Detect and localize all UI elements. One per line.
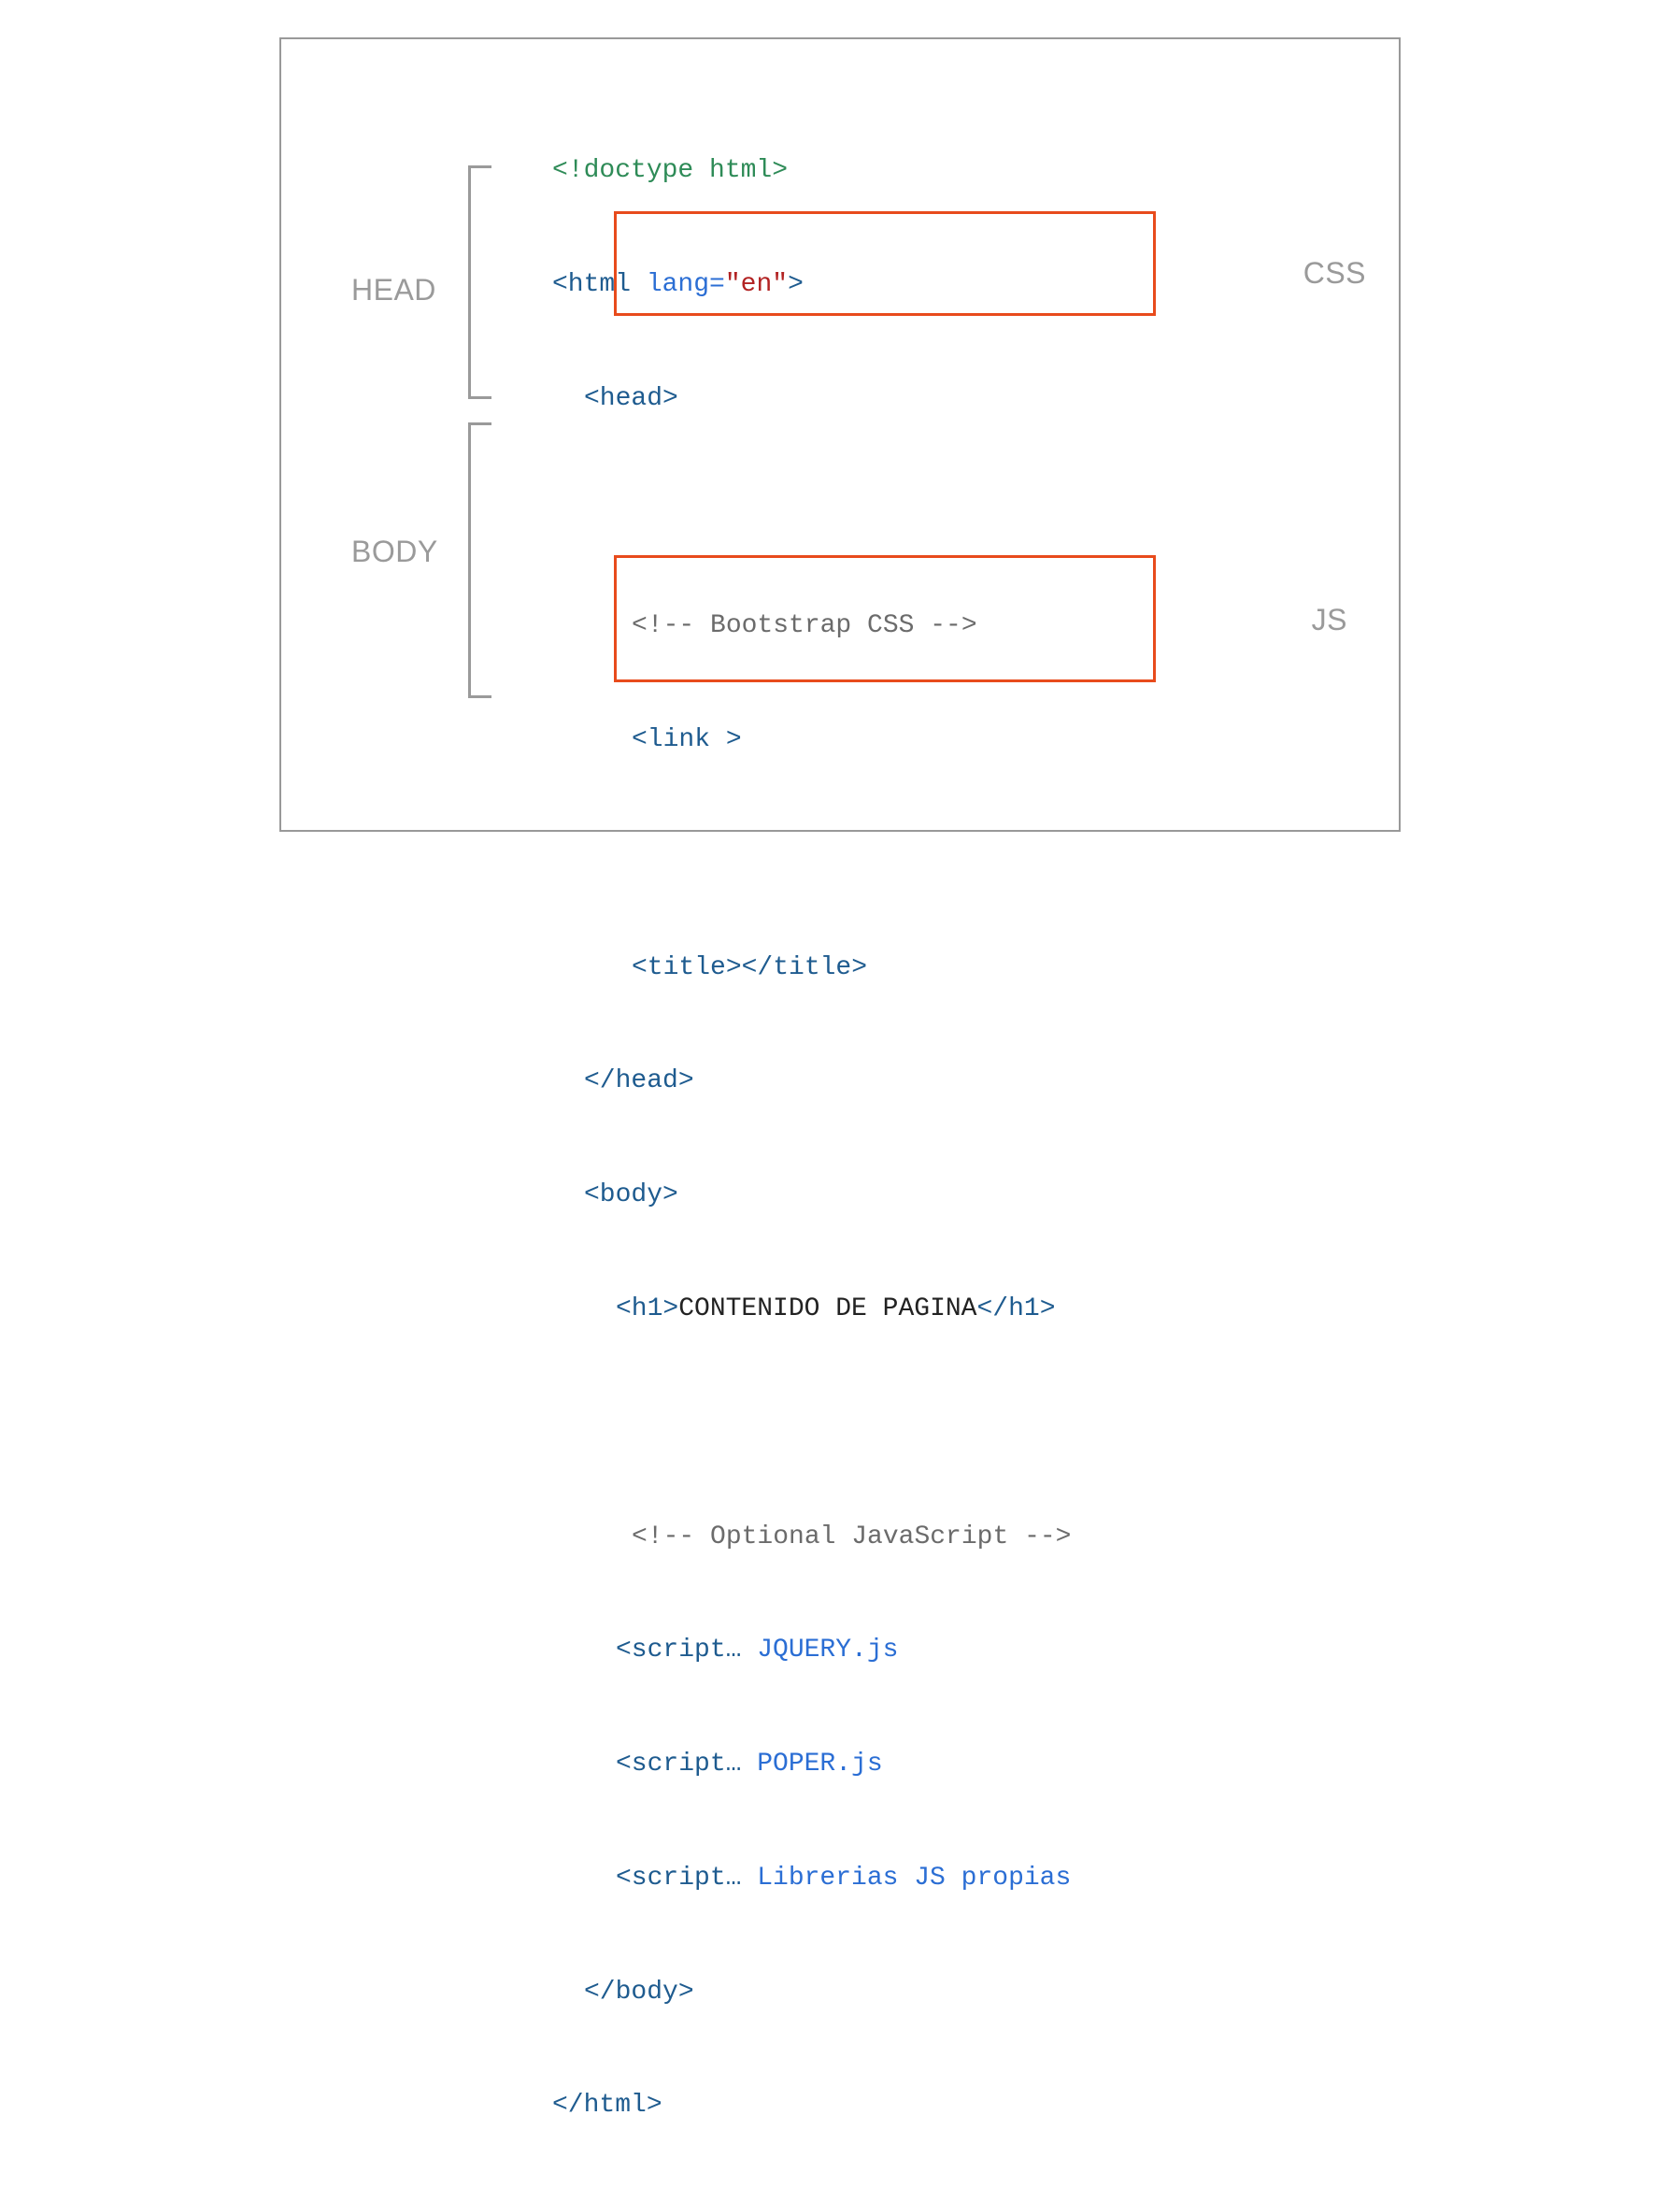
html-close-tag: </html> [552, 2091, 662, 2120]
body-open-tag: <body> [584, 1180, 678, 1209]
optional-js-comment: <!-- Optional JavaScript --> [632, 1522, 1071, 1551]
html-open-tag: <html [552, 270, 631, 299]
html-lang-value: "en" [725, 270, 788, 299]
js-label: JS [1312, 603, 1347, 637]
head-section-label: HEAD [351, 273, 436, 307]
html-open-close: > [788, 270, 804, 299]
diagram-container: HEAD BODY CSS JS <!doctype html> <html l… [279, 37, 1401, 832]
script-lib-jquery: JQUERY.js [741, 1636, 898, 1665]
html-lang-attr: lang= [631, 270, 725, 299]
body-section-label: BODY [351, 535, 438, 569]
css-label: CSS [1303, 256, 1366, 291]
script-tag-3: <script… [616, 1864, 741, 1893]
h1-close-tag: </h1> [976, 1294, 1055, 1323]
body-bracket-icon [468, 422, 491, 698]
bootstrap-css-comment: <!-- Bootstrap CSS --> [632, 611, 977, 640]
script-tag-2: <script… [616, 1750, 741, 1779]
head-close-tag: </head> [584, 1066, 694, 1095]
h1-content: CONTENIDO DE PAGINA [678, 1294, 976, 1323]
script-lib-poper: POPER.js [741, 1750, 882, 1779]
link-tag: <link > [632, 725, 742, 754]
title-tag: <title></title> [632, 953, 867, 982]
head-open-tag: <head> [584, 384, 678, 413]
script-lib-propias: Librerias JS propias [741, 1864, 1071, 1893]
head-bracket-icon [468, 165, 491, 399]
body-close-tag: </body> [584, 1978, 694, 2007]
h1-open-tag: <h1> [616, 1294, 678, 1323]
code-block: <!doctype html> <html lang="en"> <head> … [552, 77, 1071, 2201]
script-tag-1: <script… [616, 1636, 741, 1665]
doctype-tag: <!doctype html> [552, 156, 788, 185]
